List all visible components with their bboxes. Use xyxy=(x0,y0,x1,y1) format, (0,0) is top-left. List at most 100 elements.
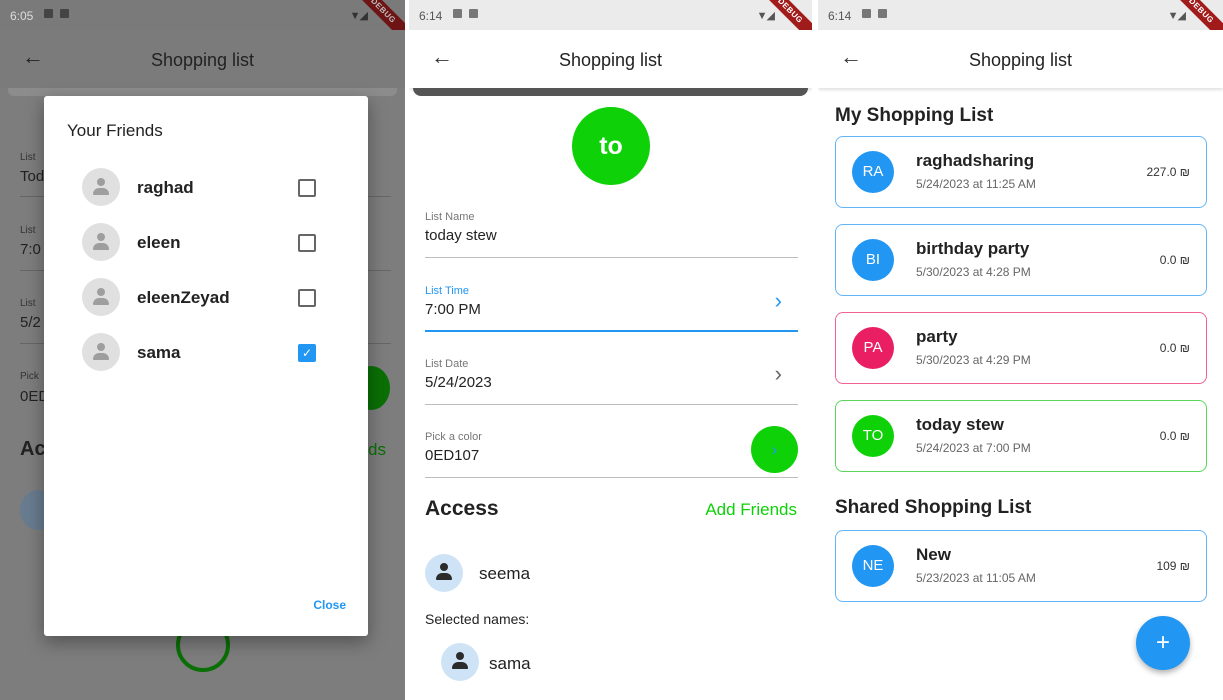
bg-add-friends: ds xyxy=(368,440,386,459)
list-name-field[interactable]: List Name today stew xyxy=(425,211,798,259)
list-time: 5/24/2023 at 7:00 PM xyxy=(916,441,1031,455)
shopping-list-card[interactable]: BI birthday party 5/30/2023 at 4:28 PM 0.0 … xyxy=(835,224,1207,296)
list-name-value: today stew xyxy=(425,227,497,244)
list-initials-avatar: NE xyxy=(852,545,894,587)
sim-icon xyxy=(60,9,69,18)
selected-names-label: Selected names: xyxy=(425,611,530,627)
chevron-right-icon[interactable]: › xyxy=(775,361,782,387)
list-name: birthday party xyxy=(916,239,1030,258)
list-date-label: List Date xyxy=(425,358,469,370)
divider xyxy=(425,477,798,478)
divider xyxy=(425,330,798,332)
network-icon: ▼◢ xyxy=(756,10,775,22)
list-price: 0.0 ₪ xyxy=(1159,341,1190,355)
status-time: 6:14 xyxy=(828,9,852,23)
friend-name: eleenZeyad xyxy=(137,288,230,307)
my-lists-title: My Shopping List xyxy=(835,105,994,126)
bg-date-value: 5/2 xyxy=(20,314,41,331)
shopping-list-card[interactable]: RA raghadsharing 5/24/2023 at 11:25 AM 227.… xyxy=(835,136,1207,208)
app-bar: ← Shopping list xyxy=(409,30,812,88)
friend-checkbox[interactable]: ✓ xyxy=(298,344,316,362)
shopping-list-card[interactable]: PA party 5/30/2023 at 4:29 PM 0.0 ₪ xyxy=(835,312,1207,384)
card-edge xyxy=(8,88,397,96)
bg-time-label: List xyxy=(20,225,36,236)
list-name: raghadsharing xyxy=(916,151,1035,170)
shopping-list-card[interactable]: TO today stew 5/24/2023 at 7:00 PM 0.0 ₪ xyxy=(835,400,1207,472)
friends-dialog: Your Friends raghad eleen eleenZeyad sama ✓ … xyxy=(44,96,368,636)
friend-row[interactable]: eleenZeyad xyxy=(82,278,346,318)
shopping-list-card[interactable]: NE New 5/23/2023 at 11:05 AM 109 ₪ xyxy=(835,530,1207,602)
list-time: 5/24/2023 at 11:25 AM xyxy=(916,177,1036,191)
list-initials-avatar: TO xyxy=(852,415,894,457)
list-price: 109 ₪ xyxy=(1156,559,1190,573)
friend-checkbox[interactable] xyxy=(298,234,316,252)
person-icon xyxy=(425,554,463,592)
list-time-label: List Time xyxy=(425,285,470,297)
page-title: Shopping list xyxy=(968,50,1073,70)
status-time: 6:14 xyxy=(419,9,443,23)
friend-row[interactable]: eleen xyxy=(82,223,346,263)
status-bar: 6:05 ▼◢ DEBUG xyxy=(0,0,405,50)
page-title: Shopping list xyxy=(558,50,663,70)
sim-icon xyxy=(878,9,887,18)
sim-icon xyxy=(469,9,478,18)
person-icon xyxy=(82,278,120,316)
card-edge xyxy=(413,88,808,96)
page-title: Shopping list xyxy=(150,50,255,70)
person-icon xyxy=(82,168,120,206)
list-initials-avatar: PA xyxy=(852,327,894,369)
divider xyxy=(425,404,798,405)
list-time: 5/23/2023 at 11:05 AM xyxy=(916,571,1036,585)
list-name: party xyxy=(916,327,958,346)
bg-access-title: Ac xyxy=(20,438,46,460)
chevron-right-icon[interactable]: › xyxy=(775,288,782,314)
person-icon xyxy=(441,643,479,681)
bg-list-value: Tod xyxy=(20,168,45,185)
status-bar: 6:14 ▼◢ DEBUG xyxy=(409,0,812,50)
person-icon xyxy=(82,333,120,371)
bg-list-label: List xyxy=(20,152,36,163)
friend-row[interactable]: sama ✓ xyxy=(82,333,346,373)
bg-time-value: 7:0 xyxy=(20,241,41,258)
color-field[interactable]: Pick a color 0ED107 › xyxy=(425,426,798,479)
friend-name: raghad xyxy=(137,178,194,197)
status-time: 6:05 xyxy=(10,9,34,23)
notification-icon xyxy=(862,9,871,18)
list-price: 0.0 ₪ xyxy=(1159,429,1190,443)
shared-lists-title: Shared Shopping List xyxy=(835,497,1032,518)
app-bar: ← Shopping list xyxy=(0,30,405,88)
list-time: 5/30/2023 at 4:29 PM xyxy=(916,353,1031,367)
divider xyxy=(425,257,798,258)
status-bar: 6:14 ▼◢ DEBUG xyxy=(818,0,1223,50)
close-button[interactable]: Close xyxy=(313,598,346,612)
list-initials-avatar: BI xyxy=(852,239,894,281)
list-name: today stew xyxy=(916,415,1004,434)
friend-checkbox[interactable] xyxy=(298,289,316,307)
app-bar: ← Shopping list xyxy=(818,30,1223,88)
add-friends-button[interactable]: Add Friends xyxy=(705,500,797,520)
list-date-value: 5/24/2023 xyxy=(425,374,492,391)
list-price: 227.0 ₪ xyxy=(1146,165,1190,179)
screen-friends-dialog: 6:05 ▼◢ DEBUG ← Shopping list List Tod L… xyxy=(0,0,405,700)
network-icon: ▼◢ xyxy=(349,10,368,22)
friend-row[interactable]: raghad xyxy=(82,168,346,208)
add-list-fab[interactable]: + xyxy=(1136,616,1190,670)
list-name: New xyxy=(916,545,951,564)
list-time: 5/30/2023 at 4:28 PM xyxy=(916,265,1031,279)
friend-name: sama xyxy=(137,343,181,362)
list-time-value: 7:00 PM xyxy=(425,301,481,318)
list-date-field[interactable]: List Date 5/24/2023 › xyxy=(425,358,798,406)
list-time-field[interactable]: List Time 7:00 PM › xyxy=(425,285,798,333)
friend-name: eleen xyxy=(137,233,181,252)
network-icon: ▼◢ xyxy=(1167,10,1186,22)
list-price: 0.0 ₪ xyxy=(1159,253,1190,267)
color-picker-button[interactable]: › xyxy=(751,426,798,473)
bg-pick-label: Pick xyxy=(20,371,39,382)
friend-checkbox[interactable] xyxy=(298,179,316,197)
access-user-name: seema xyxy=(479,564,531,583)
selected-user-name: sama xyxy=(489,654,531,673)
bg-date-label: List xyxy=(20,298,36,309)
access-user-row: seema xyxy=(425,554,725,594)
list-avatar: to xyxy=(572,107,650,185)
person-icon xyxy=(82,223,120,261)
